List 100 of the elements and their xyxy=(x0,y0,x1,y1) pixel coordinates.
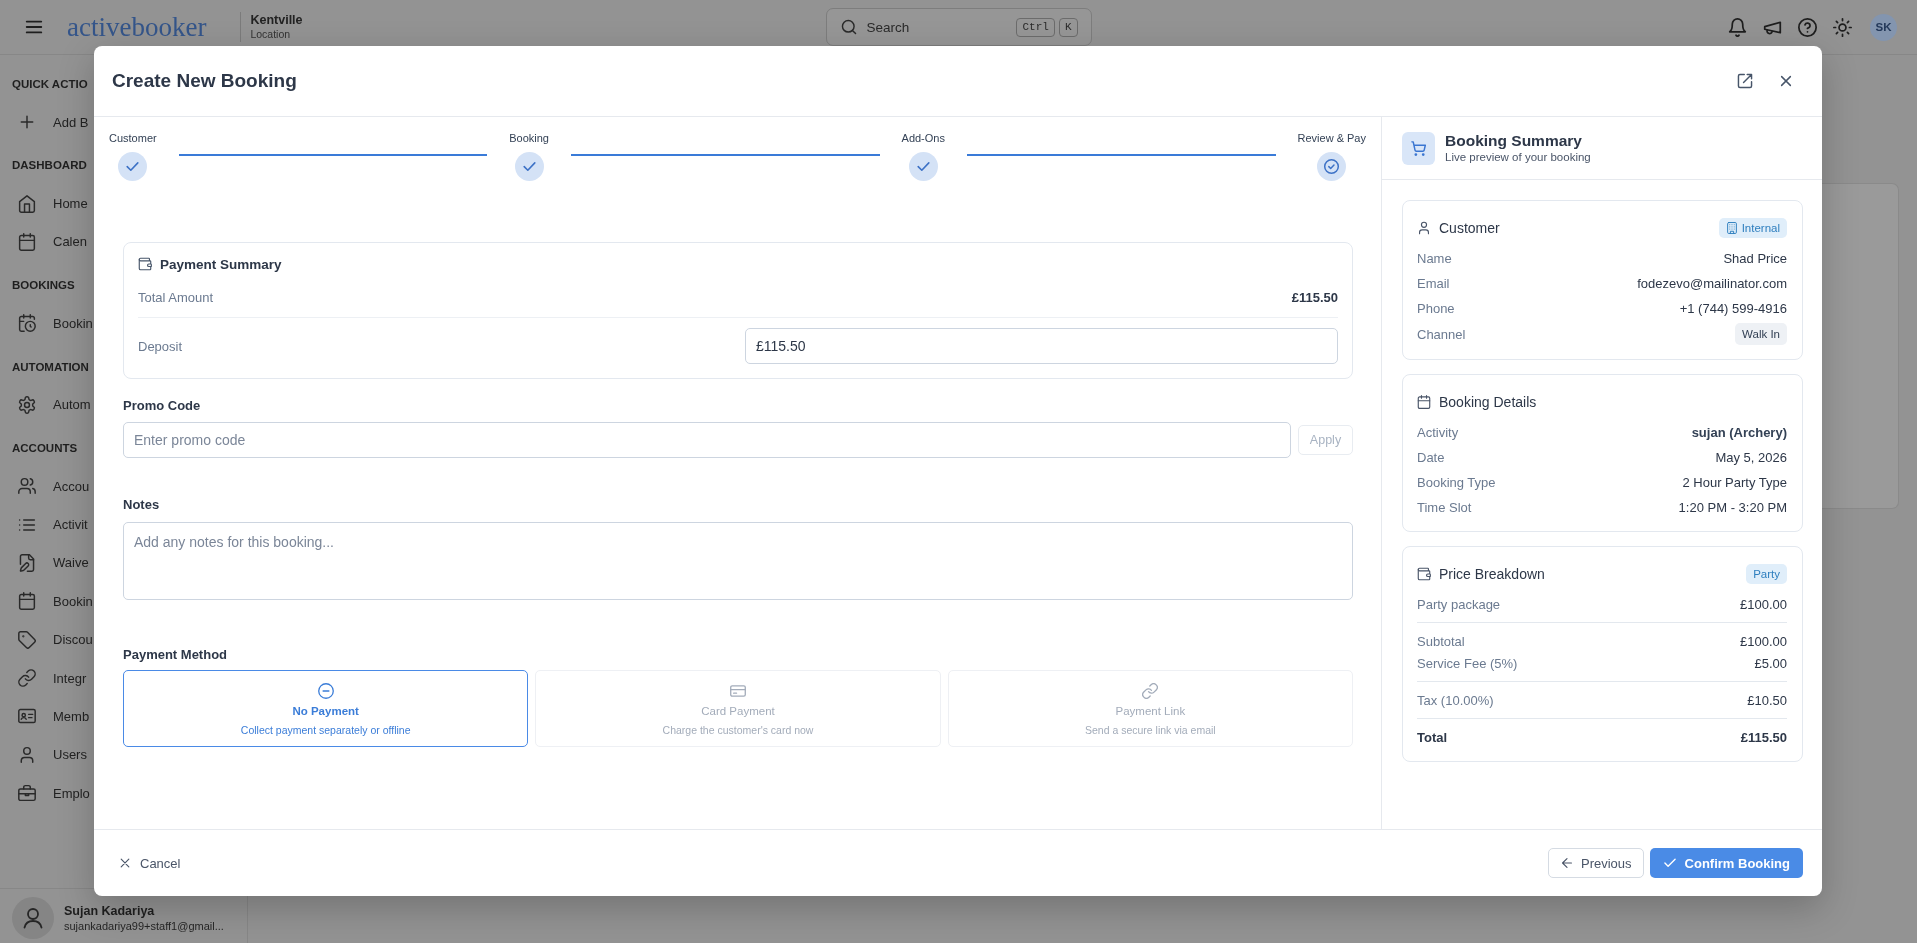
detail-value: fodezevo@mailinator.com xyxy=(1637,275,1787,291)
detail-value: May 5, 2026 xyxy=(1715,449,1787,465)
payment-option[interactable]: No Payment Collect payment separately or offline xyxy=(123,670,529,747)
price-value: £100.00 xyxy=(1740,596,1787,612)
deposit-field[interactable]: £115.50 xyxy=(745,328,1338,364)
total-value: £115.50 xyxy=(1740,729,1787,745)
sidebar-section-heading: BOOKINGS xyxy=(12,278,75,294)
sidebar-item[interactable]: Discou xyxy=(18,620,93,659)
check-icon xyxy=(1662,856,1677,870)
detail-label: Email xyxy=(1417,275,1450,291)
price-label: Subtotal xyxy=(1417,633,1465,649)
location-label: Location xyxy=(250,28,291,41)
detail-label: Booking Type xyxy=(1417,474,1496,490)
panel-subtitle: Live preview of your booking xyxy=(1445,150,1591,165)
price-label: Tax (10.00%) xyxy=(1417,692,1494,708)
field-label: Promo Code xyxy=(123,397,201,415)
sidebar-item[interactable]: Activit xyxy=(18,505,88,544)
user-icon xyxy=(1417,221,1431,235)
sidebar-item[interactable]: Autom xyxy=(18,385,91,424)
calendar-icon xyxy=(18,592,36,611)
field-label: Payment Method xyxy=(123,646,227,664)
channel-tag: Walk In xyxy=(1735,323,1787,345)
sidebar-item[interactable]: Emplo xyxy=(18,774,90,813)
help-icon[interactable] xyxy=(1798,17,1817,37)
cross-icon xyxy=(118,856,132,870)
detail-label: Channel xyxy=(1417,326,1466,342)
user-avatar-icon[interactable] xyxy=(12,897,54,939)
minus-circle-icon xyxy=(317,683,334,699)
confirm-button[interactable]: Confirm Booking xyxy=(1649,848,1803,878)
building-icon xyxy=(1725,222,1738,234)
bell-icon[interactable] xyxy=(1728,17,1747,37)
arrow-left-icon xyxy=(1560,856,1574,870)
field-label: Notes xyxy=(123,496,160,514)
price-value: £100.00 xyxy=(1740,633,1787,649)
detail-label: Phone xyxy=(1417,300,1455,316)
step-label: Booking xyxy=(509,131,549,145)
sidebar-section-heading: DASHBOARD xyxy=(12,158,87,174)
sidebar-item[interactable]: Waive xyxy=(18,543,89,583)
price-label: Service Fee (5%) xyxy=(1417,655,1518,671)
modal-title: Create New Booking xyxy=(112,70,297,92)
sidebar-item[interactable]: Calen xyxy=(18,222,87,262)
price-value: £10.50 xyxy=(1747,692,1787,708)
location-name[interactable]: Kentville xyxy=(250,13,303,28)
category-tag: Party xyxy=(1746,564,1787,584)
calendar-icon xyxy=(1417,395,1431,409)
close-icon[interactable] xyxy=(1778,73,1794,89)
sidebar-item[interactable]: Accou xyxy=(18,466,90,506)
document-pen-icon xyxy=(18,553,36,572)
detail-value: 2 Hour Party Type xyxy=(1682,474,1787,490)
detail-value: Shad Price xyxy=(1723,250,1787,266)
detail-value: sujan (Archery) xyxy=(1691,424,1787,440)
search-icon xyxy=(840,19,857,35)
notes-field[interactable]: Add any notes for this booking... xyxy=(123,522,1353,600)
user-email: sujankadariya99+staff1@gmail... xyxy=(64,919,224,933)
calendar-icon xyxy=(18,232,36,251)
step-label: Review & Pay xyxy=(1297,131,1366,145)
link-icon xyxy=(1142,683,1159,699)
id-card-icon xyxy=(18,707,36,726)
briefcase-icon xyxy=(18,784,36,803)
cancel-button[interactable]: Cancel xyxy=(114,855,185,871)
sidebar-item[interactable]: Memb xyxy=(18,697,90,736)
shortcut-key: K xyxy=(1058,17,1078,37)
sidebar-item[interactable]: Bookin xyxy=(18,304,93,343)
shortcut-key: Ctrl xyxy=(1016,17,1055,37)
sidebar-section-heading: QUICK ACTIO xyxy=(12,77,88,92)
detail-value: 1:20 PM - 3:20 PM xyxy=(1678,499,1787,515)
price-value: £5.00 xyxy=(1754,655,1787,671)
calendar-clock-icon xyxy=(18,314,36,333)
wallet-icon xyxy=(138,257,152,271)
detail-value: +1 (744) 599-4916 xyxy=(1679,300,1787,316)
detail-label: Activity xyxy=(1417,424,1459,440)
wallet-icon xyxy=(1417,567,1431,581)
tag-icon xyxy=(18,630,36,649)
sidebar-section-heading: AUTOMATION xyxy=(12,359,89,375)
summary-label: Total Amount xyxy=(138,289,214,305)
cart-icon xyxy=(1402,131,1435,165)
sun-icon[interactable] xyxy=(1833,17,1852,37)
price-label: Party package xyxy=(1417,596,1501,612)
expand-icon[interactable] xyxy=(1737,73,1753,89)
sidebar-item[interactable]: Add B xyxy=(18,103,89,142)
credit-card-icon xyxy=(730,683,746,699)
step-label: Customer xyxy=(109,131,157,145)
users-icon xyxy=(18,477,36,496)
user-avatar[interactable]: SK xyxy=(1870,13,1897,41)
home-icon xyxy=(18,194,36,213)
search-field[interactable]: Search xyxy=(866,19,1013,35)
sidebar-item[interactable]: Users xyxy=(18,735,87,775)
card-title: Payment Summary xyxy=(160,256,282,272)
promo-code-field[interactable]: Enter promo code xyxy=(123,422,1291,458)
tag-label: Internal xyxy=(1741,222,1780,234)
sidebar-item[interactable]: Integr xyxy=(18,658,87,698)
summary-value: £115.50 xyxy=(1291,289,1338,305)
sidebar-item[interactable]: Bookin xyxy=(18,582,93,621)
detail-label: Date xyxy=(1417,449,1445,465)
sidebar-item[interactable]: Home xyxy=(18,184,88,223)
detail-label: Time Slot xyxy=(1417,499,1472,515)
deposit-label: Deposit xyxy=(138,338,183,354)
sidebar-section-heading: ACCOUNTS xyxy=(12,440,78,456)
previous-button[interactable]: Previous xyxy=(1548,848,1644,878)
step-label: Add-Ons xyxy=(901,131,945,145)
